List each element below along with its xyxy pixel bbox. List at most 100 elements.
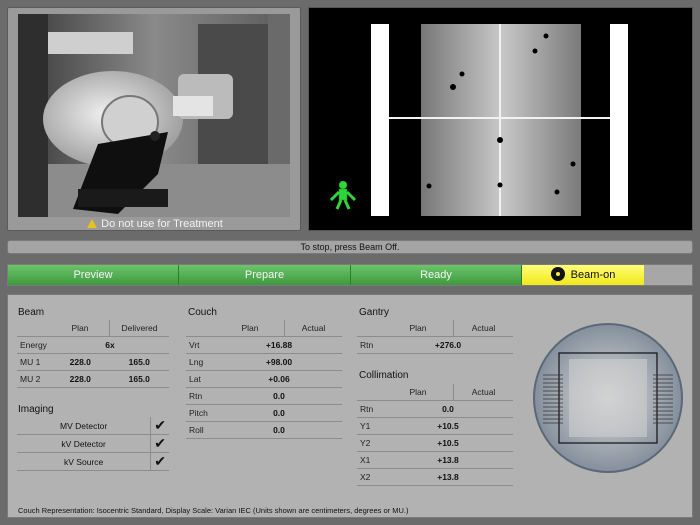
table-row: X1 +13.8	[357, 451, 513, 469]
beam-header-blank	[17, 320, 51, 337]
couch-title: Couch	[188, 307, 217, 318]
collimation-row-label: Rtn	[357, 400, 383, 418]
beam-energy-value: 6x	[51, 336, 169, 354]
table-row: Y1 +10.5	[357, 417, 513, 435]
collimation-row-label: Y2	[357, 434, 383, 452]
table-row: Roll 0.0	[186, 421, 342, 439]
workflow-progress: Preview Prepare Ready Beam-on	[7, 264, 693, 286]
table-row: X2 +13.8	[357, 468, 513, 486]
beam-plan-value: 228.0	[51, 370, 110, 388]
couch-value: 0.0	[216, 387, 342, 405]
couch-value: +0.06	[216, 370, 342, 388]
collimation-col-plan: Plan	[383, 384, 454, 401]
step-preview[interactable]: Preview	[8, 265, 179, 285]
step-beam-on-label: Beam-on	[570, 269, 616, 281]
gantry-col-actual: Actual	[453, 320, 513, 337]
imaging-row-label: kV Source	[17, 452, 151, 471]
beam-col-plan: Plan	[51, 320, 110, 337]
table-row: MU 1 228.0 165.0	[17, 353, 169, 371]
beam-plan-value: 228.0	[51, 353, 110, 371]
camera-warning-text: Do not use for Treatment	[101, 218, 223, 230]
gantry-title: Gantry	[359, 307, 390, 318]
radiation-icon	[550, 267, 565, 281]
jaw-right	[610, 24, 628, 216]
beam-title: Beam	[18, 307, 45, 318]
collimation-table: Plan Actual Rtn 0.0 Y1 +10.5 Y2 +10.5 X1 +13…	[357, 384, 513, 486]
imaging-table: MV Detector ✔ kV Detector ✔ kV Source ✔	[17, 417, 169, 471]
collimation-row-label: X1	[357, 451, 383, 469]
table-row: Rtn +276.0	[357, 336, 513, 354]
gantry-row-label: Rtn	[357, 336, 383, 354]
step-beam-on[interactable]: Beam-on	[522, 265, 644, 285]
step-prepare-label: Prepare	[244, 269, 285, 281]
beams-eye-view	[531, 321, 685, 480]
beam-col-delivered: Delivered	[109, 320, 169, 337]
couch-row-label: Vrt	[186, 336, 216, 354]
collimation-value: +10.5	[383, 417, 513, 435]
step-preview-label: Preview	[73, 269, 113, 281]
beam-delivered-value: 165.0	[109, 370, 169, 388]
status-bar: To stop, press Beam Off.	[7, 240, 693, 254]
table-row: kV Detector ✔	[17, 434, 169, 453]
couch-table: Plan Actual Vrt +16.88 Lng +98.00 Lat +0.06…	[186, 320, 342, 439]
table-row: Rtn 0.0	[186, 387, 342, 405]
couch-col-plan: Plan	[216, 320, 285, 337]
gantry-header-blank	[357, 320, 383, 337]
couch-value: +16.88	[216, 336, 342, 354]
beam-row-label: Energy	[17, 336, 51, 354]
camera-panel: Do not use for Treatment	[7, 7, 301, 231]
gantry-col-plan: Plan	[383, 320, 454, 337]
couch-row-label: Lng	[186, 353, 216, 371]
step-ready-label: Ready	[420, 269, 452, 281]
jaw-left	[371, 24, 389, 216]
couch-value: +98.00	[216, 353, 342, 371]
camera-warning: Do not use for Treatment	[8, 218, 302, 230]
couch-col-actual: Actual	[284, 320, 342, 337]
collimation-row-label: X2	[357, 468, 383, 486]
table-row: Lng +98.00	[186, 353, 342, 371]
step-prepare[interactable]: Prepare	[179, 265, 351, 285]
collimation-title: Collimation	[359, 370, 409, 381]
collimation-header-blank	[357, 384, 383, 401]
collimation-value: +13.8	[383, 468, 513, 486]
collimation-value: +13.8	[383, 451, 513, 469]
checkmark-icon: ✔	[150, 434, 169, 453]
table-row: Y2 +10.5	[357, 434, 513, 452]
beam-row-label: MU 2	[17, 370, 51, 388]
couch-header-blank	[186, 320, 216, 337]
imaging-title: Imaging	[18, 404, 54, 415]
warning-icon	[87, 219, 98, 228]
beam-table: Plan Delivered Energy 6x MU 1 228.0 165.…	[17, 320, 169, 388]
table-row: Vrt +16.88	[186, 336, 342, 354]
portal-image	[309, 8, 692, 230]
table-row: Rtn 0.0	[357, 400, 513, 418]
table-row: MU 2 228.0 165.0	[17, 370, 169, 388]
collimation-row-label: Y1	[357, 417, 383, 435]
couch-row-label: Roll	[186, 421, 216, 439]
beam-row-label: MU 1	[17, 353, 51, 371]
couch-value: 0.0	[216, 421, 342, 439]
gantry-table: Plan Actual Rtn +276.0	[357, 320, 513, 354]
step-ready[interactable]: Ready	[351, 265, 522, 285]
couch-row-label: Rtn	[186, 387, 216, 405]
table-row: Lat +0.06	[186, 370, 342, 388]
imager-panel	[308, 7, 693, 231]
table-row: MV Detector ✔	[17, 417, 169, 435]
treatment-room-camera-image	[18, 14, 290, 217]
beam-delivered-value: 165.0	[109, 353, 169, 371]
table-row: Energy 6x	[17, 336, 169, 354]
status-message: To stop, press Beam Off.	[300, 242, 400, 252]
checkmark-icon: ✔	[150, 417, 169, 435]
collimation-value: +10.5	[383, 434, 513, 452]
couch-value: 0.0	[216, 404, 342, 422]
collimation-col-actual: Actual	[453, 384, 513, 401]
imaging-row-label: MV Detector	[17, 417, 151, 435]
couch-row-label: Pitch	[186, 404, 216, 422]
gantry-value: +276.0	[383, 336, 513, 354]
imaging-row-label: kV Detector	[17, 434, 151, 453]
footer-note: Couch Representation: Isocentric Standar…	[18, 506, 409, 515]
table-row: kV Source ✔	[17, 452, 169, 471]
checkmark-icon: ✔	[150, 452, 169, 471]
table-row: Pitch 0.0	[186, 404, 342, 422]
couch-row-label: Lat	[186, 370, 216, 388]
